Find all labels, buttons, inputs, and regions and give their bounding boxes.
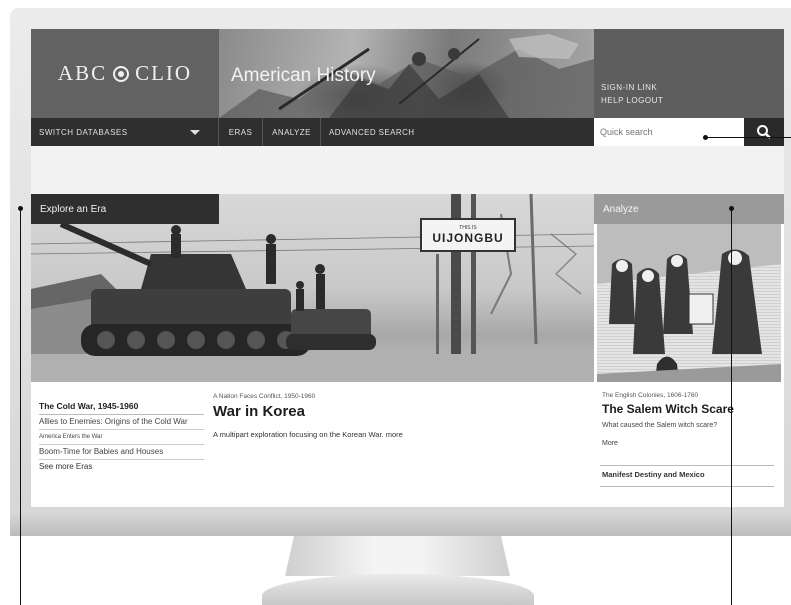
abc-clio-logo[interactable]: ABC CLIO [31,29,219,118]
era-list: The Cold War, 1945-1960 Allies to Enemie… [39,401,204,471]
analyze-feature-title[interactable]: The Salem Witch Scare [602,402,734,416]
switch-databases-label: SWITCH DATABASES [39,127,128,137]
analyze-era-caption: The English Colonies, 1606-1760 [602,392,699,399]
screen: ABC CLIO American History SIGN-IN LINK H… [31,29,784,507]
nav-tab-eras[interactable]: ERAS [219,118,263,146]
era-list-heading[interactable]: The Cold War, 1945-1960 [39,401,204,415]
nav-tab-analyze[interactable]: ANALYZE [263,118,321,146]
callout-line [731,208,732,605]
analyze-panel: Analyze The English Colonies, 1606-1760 … [594,194,784,507]
explore-an-era-panel: THIS IS UIJONGBU Explore an Era The Cold… [31,194,594,507]
quick-search-input[interactable] [594,118,744,146]
feature-description: A multipart exploration focusing on the … [213,430,403,439]
analyze-feature-description: What caused the Salem witch scare? [602,422,718,429]
callout-line [706,137,791,138]
monitor-stand-neck [285,536,510,576]
help-logout-links[interactable]: HELP LOGOUT [601,94,663,107]
search-button[interactable] [744,118,784,146]
feature-title[interactable]: War in Korea [213,403,305,420]
feature-era-caption: A Nation Faces Conflict, 1950-1960 [213,393,316,400]
logo-text-left: ABC [57,61,108,85]
globe-icon [113,65,130,82]
sign-in-link[interactable]: SIGN-IN LINK [601,81,663,94]
feature-description-text: A multipart exploration focusing on the … [213,430,384,439]
chevron-down-icon [190,130,200,135]
explore-an-era-tab[interactable]: Explore an Era [31,194,219,224]
salem-witch-illustration[interactable] [597,224,781,382]
feature-more-link[interactable]: more [386,430,403,439]
main-navigation: SWITCH DATABASES ERAS ANALYZE ADVANCED S… [31,118,784,146]
divider [600,465,774,466]
logo-text-right: CLIO [135,61,193,85]
switch-databases-dropdown[interactable]: SWITCH DATABASES [31,118,219,146]
callout-line [20,208,21,605]
callout-dot [729,206,734,211]
analyze-tab[interactable]: Analyze [594,194,784,224]
see-more-eras-link[interactable]: See more Eras [39,460,204,471]
era-list-item[interactable]: Allies to Enemies: Origins of the Cold W… [39,415,204,430]
manifest-destiny-link[interactable]: Manifest Destiny and Mexico [602,470,705,479]
witch-trial-engraving [597,224,781,382]
nav-tab-advanced-search[interactable]: ADVANCED SEARCH [321,118,421,146]
era-list-item[interactable]: America Enters the War [39,430,204,445]
era-list-item[interactable]: Boom-Time for Babies and Houses [39,445,204,460]
utility-links: SIGN-IN LINK HELP LOGOUT [601,81,663,107]
callout-dot [18,206,23,211]
monitor-illustration: ABC CLIO American History SIGN-IN LINK H… [0,0,791,605]
uijongbu-road-sign: THIS IS UIJONGBU [420,218,516,252]
site-title: American History [231,65,376,86]
site-banner: ABC CLIO American History SIGN-IN LINK H… [31,29,784,118]
analyze-more-link[interactable]: More [602,440,618,447]
callout-dot [703,135,708,140]
monitor-stand-foot [262,574,534,605]
sign-main-text: UIJONGBU [432,231,504,245]
monitor-chin [10,510,791,536]
divider [600,486,774,487]
